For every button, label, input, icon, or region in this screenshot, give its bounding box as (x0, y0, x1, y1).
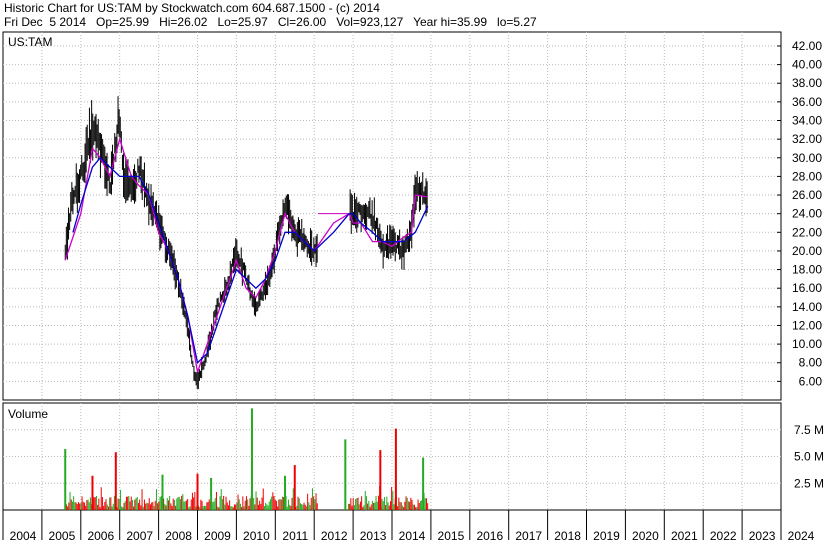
price-tick-label: 14.00 (792, 300, 822, 314)
volume-tick-label: 5.0 M (794, 450, 824, 464)
x-tick-label: 2010 (243, 529, 270, 543)
price-tick-label: 34.00 (792, 114, 822, 128)
x-tick-label: 2021 (671, 529, 698, 543)
price-tick-label: 22.00 (792, 225, 822, 239)
price-tick-label: 18.00 (792, 263, 822, 277)
price-tick-label: 30.00 (792, 151, 822, 165)
price-tick-label: 10.00 (792, 337, 822, 351)
x-tick-label: 2013 (360, 529, 387, 543)
x-tick-label: 2011 (282, 529, 308, 543)
price-tick-label: 6.00 (799, 374, 823, 388)
price-tick-label: 12.00 (792, 318, 822, 332)
x-tick-label: 2009 (204, 529, 231, 543)
x-tick-label: 2004 (10, 529, 37, 543)
price-panel-title: US:TAM (8, 35, 52, 49)
x-tick-label: 2015 (438, 529, 465, 543)
x-tick-label: 2016 (476, 529, 503, 543)
price-tick-label: 32.00 (792, 132, 822, 146)
price-tick-label: 20.00 (792, 244, 822, 258)
volume-tick-label: 7.5 M (794, 423, 824, 437)
x-tick-label: 2006 (87, 529, 114, 543)
x-tick-label: 2008 (165, 529, 192, 543)
stock-chart: US:TAM Volume 2004 2005 2006 2007 2008 2009 20… (2, 31, 824, 543)
price-tick-label: 40.00 (792, 58, 822, 72)
price-tick-label: 28.00 (792, 169, 822, 183)
price-tick-label: 24.00 (792, 207, 822, 221)
price-tick-label: 36.00 (792, 95, 822, 109)
price-tick-label: 38.00 (792, 76, 822, 90)
x-tick-label: 2005 (49, 529, 76, 543)
x-tick-label: 2012 (321, 529, 348, 543)
x-tick-label: 2014 (399, 529, 426, 543)
x-tick-label: 2020 (632, 529, 659, 543)
short-moving-average-line (64, 136, 428, 373)
x-tick-label: 2007 (126, 529, 153, 543)
x-tick-label: 2019 (593, 529, 620, 543)
price-tick-label: 42.00 (792, 39, 822, 53)
price-tick-label: 8.00 (799, 356, 823, 370)
price-tick-label: 26.00 (792, 188, 822, 202)
x-tick-label: 2017 (515, 529, 542, 543)
volume-tick-label: 2.5 M (794, 476, 824, 490)
x-tick-label: 2023 (749, 529, 776, 543)
x-tick-label: 2022 (710, 529, 737, 543)
price-tick-label: 16.00 (792, 281, 822, 295)
x-tick-label: 2018 (554, 529, 581, 543)
x-tick-label: 2024 (788, 529, 815, 543)
